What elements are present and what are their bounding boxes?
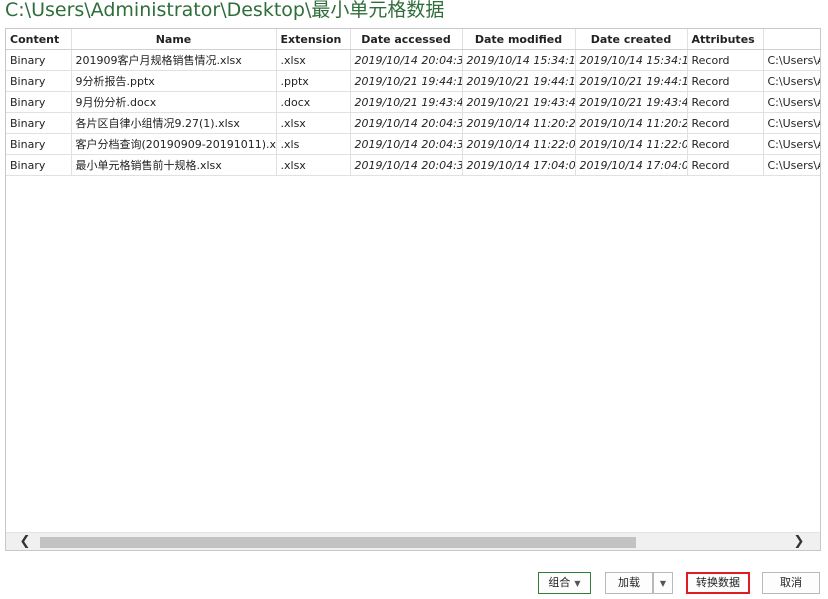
transform-data-button[interactable]: 转换数据 xyxy=(686,572,750,594)
table-row[interactable]: Binary 客户分档查询(20190909-20191011).xls .xl… xyxy=(6,134,821,155)
table-row[interactable]: Binary 各片区自律小组情况9.27(1).xlsx .xlsx 2019/… xyxy=(6,113,821,134)
column-header-date-accessed[interactable]: Date accessed xyxy=(350,29,462,50)
cell-folder-path: C:\Users\A xyxy=(763,134,821,155)
window-title: C:\Users\Administrator\Desktop\最小单元格数据 xyxy=(5,0,444,23)
cell-extension: .xlsx xyxy=(276,50,350,71)
cell-attributes: Record xyxy=(687,92,763,113)
column-header-date-created[interactable]: Date created xyxy=(575,29,687,50)
cell-folder-path: C:\Users\A xyxy=(763,92,821,113)
cell-name: 9分析报告.pptx xyxy=(71,71,276,92)
cell-content: Binary xyxy=(6,92,71,113)
cell-date-modified: 2019/10/21 19:43:48 xyxy=(462,92,575,113)
cell-date-modified: 2019/10/14 11:20:21 xyxy=(462,113,575,134)
cell-attributes: Record xyxy=(687,71,763,92)
cell-date-created: 2019/10/21 19:44:13 xyxy=(575,71,687,92)
cell-name: 各片区自律小组情况9.27(1).xlsx xyxy=(71,113,276,134)
chevron-left-icon[interactable]: ❮ xyxy=(16,533,34,550)
cell-folder-path: C:\Users\A xyxy=(763,50,821,71)
cell-name: 9月份分析.docx xyxy=(71,92,276,113)
horizontal-scrollbar[interactable]: ❮ ❯ xyxy=(6,532,820,550)
cell-date-modified: 2019/10/14 15:34:12 xyxy=(462,50,575,71)
column-header-date-modified[interactable]: Date modified xyxy=(462,29,575,50)
cell-date-created: 2019/10/14 15:34:12 xyxy=(575,50,687,71)
cell-extension: .pptx xyxy=(276,71,350,92)
cell-name: 客户分档查询(20190909-20191011).xls xyxy=(71,134,276,155)
cell-content: Binary xyxy=(6,50,71,71)
cell-date-modified: 2019/10/21 19:44:13 xyxy=(462,71,575,92)
caret-down-icon: ▼ xyxy=(660,579,666,588)
group-button[interactable]: 组合 ▼ xyxy=(538,572,591,594)
cell-date-accessed: 2019/10/21 19:43:48 xyxy=(350,92,462,113)
cell-content: Binary xyxy=(6,71,71,92)
cell-date-created: 2019/10/14 17:04:08 xyxy=(575,155,687,176)
cell-date-accessed: 2019/10/14 20:04:37 xyxy=(350,134,462,155)
table-row[interactable]: Binary 最小单元格销售前十规格.xlsx .xlsx 2019/10/14… xyxy=(6,155,821,176)
cell-date-created: 2019/10/14 11:20:21 xyxy=(575,113,687,134)
cell-extension: .docx xyxy=(276,92,350,113)
cell-date-accessed: 2019/10/14 20:04:33 xyxy=(350,113,462,134)
cell-extension: .xlsx xyxy=(276,155,350,176)
cell-attributes: Record xyxy=(687,155,763,176)
column-header-attributes[interactable]: Attributes xyxy=(687,29,763,50)
cell-name: 最小单元格销售前十规格.xlsx xyxy=(71,155,276,176)
file-table: Content Name Extension Date accessed Dat… xyxy=(6,29,821,176)
table-row[interactable]: Binary 201909客户月规格销售情况.xlsx .xlsx 2019/1… xyxy=(6,50,821,71)
table-header-row: Content Name Extension Date accessed Dat… xyxy=(6,29,821,50)
cell-date-modified: 2019/10/14 17:04:09 xyxy=(462,155,575,176)
cell-folder-path: C:\Users\A xyxy=(763,71,821,92)
cell-name: 201909客户月规格销售情况.xlsx xyxy=(71,50,276,71)
column-header-extension[interactable]: Extension xyxy=(276,29,350,50)
cell-date-created: 2019/10/14 11:22:02 xyxy=(575,134,687,155)
scrollbar-thumb[interactable] xyxy=(40,537,636,548)
chevron-right-icon[interactable]: ❯ xyxy=(790,533,808,550)
cell-date-accessed: 2019/10/21 19:44:13 xyxy=(350,71,462,92)
table-row[interactable]: Binary 9月份分析.docx .docx 2019/10/21 19:43… xyxy=(6,92,821,113)
column-header-folder-path[interactable] xyxy=(763,29,821,50)
cell-attributes: Record xyxy=(687,50,763,71)
column-header-name[interactable]: Name xyxy=(71,29,276,50)
cell-date-modified: 2019/10/14 11:22:01 xyxy=(462,134,575,155)
preview-table: Content Name Extension Date accessed Dat… xyxy=(5,28,821,551)
cell-folder-path: C:\Users\A xyxy=(763,155,821,176)
cell-content: Binary xyxy=(6,155,71,176)
cell-extension: .xlsx xyxy=(276,113,350,134)
caret-down-icon: ▼ xyxy=(574,579,580,588)
cancel-button[interactable]: 取消 xyxy=(762,572,820,594)
cell-content: Binary xyxy=(6,134,71,155)
cell-date-accessed: 2019/10/14 20:04:37 xyxy=(350,155,462,176)
cell-date-created: 2019/10/21 19:43:48 xyxy=(575,92,687,113)
cell-attributes: Record xyxy=(687,113,763,134)
group-button-label: 组合 xyxy=(548,576,570,589)
load-dropdown-button[interactable]: ▼ xyxy=(653,572,673,594)
cell-date-accessed: 2019/10/14 20:04:36 xyxy=(350,50,462,71)
column-header-content[interactable]: Content xyxy=(6,29,71,50)
table-row[interactable]: Binary 9分析报告.pptx .pptx 2019/10/21 19:44… xyxy=(6,71,821,92)
cell-attributes: Record xyxy=(687,134,763,155)
cell-extension: .xls xyxy=(276,134,350,155)
load-button[interactable]: 加载 xyxy=(605,572,653,594)
cell-folder-path: C:\Users\A xyxy=(763,113,821,134)
cell-content: Binary xyxy=(6,113,71,134)
